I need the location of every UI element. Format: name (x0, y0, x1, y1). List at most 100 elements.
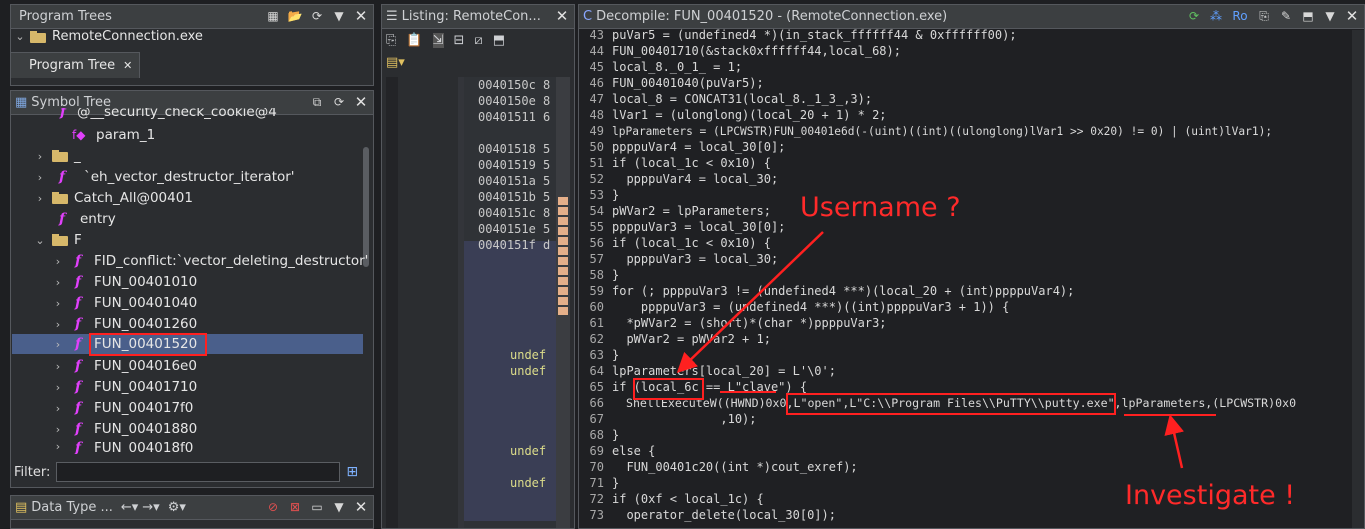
tree-item[interactable]: › f FUN_004018f0 (52, 440, 194, 454)
tree-item[interactable]: › f FUN_004016e0 (52, 356, 197, 376)
chevron-right-icon[interactable]: › (34, 150, 46, 163)
filter-icon[interactable]: ⊘ (265, 499, 281, 515)
line-text[interactable]: FUN_00401710(&stack0xffffff44,local_68); (612, 44, 901, 58)
close-icon[interactable]: ✕ (353, 498, 369, 516)
readonly-icon[interactable]: Ro (1230, 8, 1250, 24)
line-text[interactable]: local_8._0_1_ = 1; (612, 60, 742, 74)
menu-chevron-icon[interactable]: ▼ (331, 499, 347, 515)
tree-item[interactable]: › f FUN_004017f0 (52, 398, 194, 418)
chevron-right-icon[interactable]: › (52, 381, 64, 394)
line-text[interactable]: ,10); (612, 412, 756, 426)
copy-icon[interactable]: ⎘ (1256, 8, 1272, 24)
line-text[interactable]: } (612, 428, 619, 442)
paste-icon[interactable]: 📋 (406, 33, 422, 48)
tree-item[interactable]: f @__security_check_cookie@4 (55, 108, 277, 120)
line-text[interactable]: pWVar2 = lpParameters; (612, 204, 771, 218)
close-icon[interactable]: ✕ (353, 7, 369, 25)
line-text[interactable]: if (0xf < local_1c) { (612, 492, 764, 506)
line-text[interactable]: lpParameters[local_20] = L'\0'; (612, 364, 836, 378)
chevron-right-icon[interactable]: › (52, 297, 64, 310)
close-icon[interactable]: ✕ (554, 7, 570, 25)
line-text[interactable]: FUN_00401040(puVar5); (612, 76, 764, 90)
chevron-down-icon[interactable]: ⌄ (34, 234, 46, 247)
line-text[interactable]: ppppuVar3 = (undefined4 ***)((int)ppppuV… (612, 300, 1009, 314)
line-text[interactable]: if (local_1c < 0x10) { (612, 156, 771, 170)
decompile-scrollbar[interactable] (1352, 30, 1364, 528)
line-text[interactable]: } (612, 348, 619, 362)
chevron-right-icon[interactable]: › (52, 423, 64, 436)
chevron-right-icon[interactable]: › (52, 338, 64, 351)
field-icon[interactable]: ⊟ (454, 33, 465, 48)
symbol-tree-scrollbar[interactable] (361, 117, 371, 455)
chevron-right-icon[interactable]: › (52, 402, 64, 415)
line-text[interactable]: if (local_1c < 0x10) { (612, 236, 771, 250)
refresh-icon[interactable]: ⟳ (331, 94, 347, 110)
chevron-right-icon[interactable]: › (52, 276, 64, 289)
tree-item[interactable]: › f FID_conflict:`vector_deleting_destru… (52, 251, 369, 271)
line-text[interactable]: lVar1 = (ulonglong)(local_20 + 1) * 2; (612, 108, 887, 122)
snapshot-icon[interactable]: ⬒ (493, 33, 505, 48)
chevron-right-icon[interactable]: › (34, 171, 46, 184)
line-text[interactable]: ppppuVar4 = local_30[0]; (612, 140, 785, 154)
create-namespace-icon[interactable]: ⧉ (309, 94, 325, 110)
copy-icon[interactable]: ⎘ (386, 33, 396, 48)
line-text[interactable]: local_8 = CONCAT31(local_8._1_3_,3); (612, 92, 872, 106)
line-text[interactable]: ppppuVar3 = local_30; (612, 252, 778, 266)
archive-icon[interactable]: ⊠ (287, 499, 303, 515)
chevron-right-icon[interactable]: › (52, 255, 64, 268)
tools-icon[interactable]: ⚙▾ (168, 500, 186, 515)
line-text[interactable]: operator_delete(local_30[0]); (612, 508, 836, 522)
new-tree-icon[interactable]: ▦ (265, 8, 281, 24)
chevron-right-icon[interactable]: › (52, 360, 64, 373)
refresh-icon[interactable]: ⟳ (309, 8, 325, 24)
tree-item[interactable]: › f `eh_vector_destructor_iterator' (34, 167, 295, 187)
tree-item[interactable]: f entry (54, 209, 116, 229)
diff-icon[interactable]: ⧄ (474, 33, 482, 48)
chevron-right-icon[interactable]: › (34, 192, 46, 205)
tab-close-icon[interactable]: ✕ (123, 59, 132, 72)
variables-icon[interactable]: ⁂ (1208, 8, 1224, 24)
line-text[interactable]: lpParameters = (LPCWSTR)FUN_00401e6d(-(u… (612, 125, 1272, 138)
edit-icon[interactable]: ✎ (1278, 8, 1294, 24)
tree-item[interactable]: › f FUN_00401040 (52, 293, 197, 313)
line-text[interactable]: FUN_00401c20((int *)cout_exref); (612, 460, 857, 474)
tree-item[interactable]: f◆ param_1 (72, 125, 155, 145)
line-text[interactable]: pWVar2 = pWVar2 + 1; (612, 332, 771, 346)
tree-item[interactable]: › f FUN_00401010 (52, 272, 197, 292)
line-text[interactable]: } (612, 188, 619, 202)
tree-item[interactable]: › Catch_All@00401 (34, 188, 193, 208)
menu-chevron-icon[interactable]: ▼ (331, 8, 347, 24)
line-text[interactable]: else { (612, 444, 655, 458)
open-folder-icon[interactable]: 📂 (287, 8, 303, 24)
tab-program-tree[interactable]: Program Tree ✕ (10, 52, 140, 78)
cursor-icon[interactable]: ⇲ (432, 33, 444, 48)
close-icon[interactable]: ✕ (1344, 7, 1360, 25)
refresh-icon[interactable]: ⟳ (1186, 8, 1202, 24)
tree-item[interactable]: › _ (34, 146, 81, 166)
line-text[interactable]: ppppuVar3 = local_30[0]; (612, 220, 785, 234)
back-arrow-icon[interactable]: ←▾ (121, 500, 138, 515)
line-text[interactable]: } (612, 476, 619, 490)
line-text[interactable]: *pWVar2 = (short)*(char *)ppppuVar3; (612, 316, 886, 330)
chevron-down-icon[interactable]: ⌄ (14, 30, 26, 43)
bookmark-icon[interactable]: ▤▾ (386, 55, 405, 70)
line-text[interactable]: puVar5 = (undefined4 *)(in_stack_ffffff4… (612, 28, 1017, 42)
close-icon[interactable]: ✕ (353, 93, 369, 111)
chevron-right-icon[interactable]: › (52, 440, 64, 453)
tree-item[interactable]: › f FUN_00401260 (52, 314, 197, 334)
snapshot-icon[interactable]: ⬒ (1300, 8, 1316, 24)
chevron-right-icon[interactable]: › (52, 318, 64, 331)
scrollbar-thumb[interactable] (363, 147, 369, 267)
menu-chevron-icon[interactable]: ▼ (1322, 8, 1338, 24)
line-text[interactable]: } (612, 268, 619, 282)
program-tree-root[interactable]: ⌄ RemoteConnection.exe (14, 29, 203, 44)
window-icon[interactable]: ▭ (309, 499, 325, 515)
filter-options-icon[interactable]: ⊞ (346, 464, 358, 480)
tree-item[interactable]: ⌄ F (34, 230, 81, 250)
forward-arrow-icon[interactable]: →▾ (142, 500, 159, 515)
line-text[interactable]: ppppuVar4 = local_30; (612, 172, 778, 186)
tree-item[interactable]: › f FUN_00401880 (52, 419, 197, 439)
line-text[interactable]: for (; ppppuVar3 != (undefined4 ***)(loc… (612, 284, 1074, 298)
filter-input[interactable] (56, 462, 341, 482)
tree-item[interactable]: › f FUN_00401710 (52, 377, 197, 397)
